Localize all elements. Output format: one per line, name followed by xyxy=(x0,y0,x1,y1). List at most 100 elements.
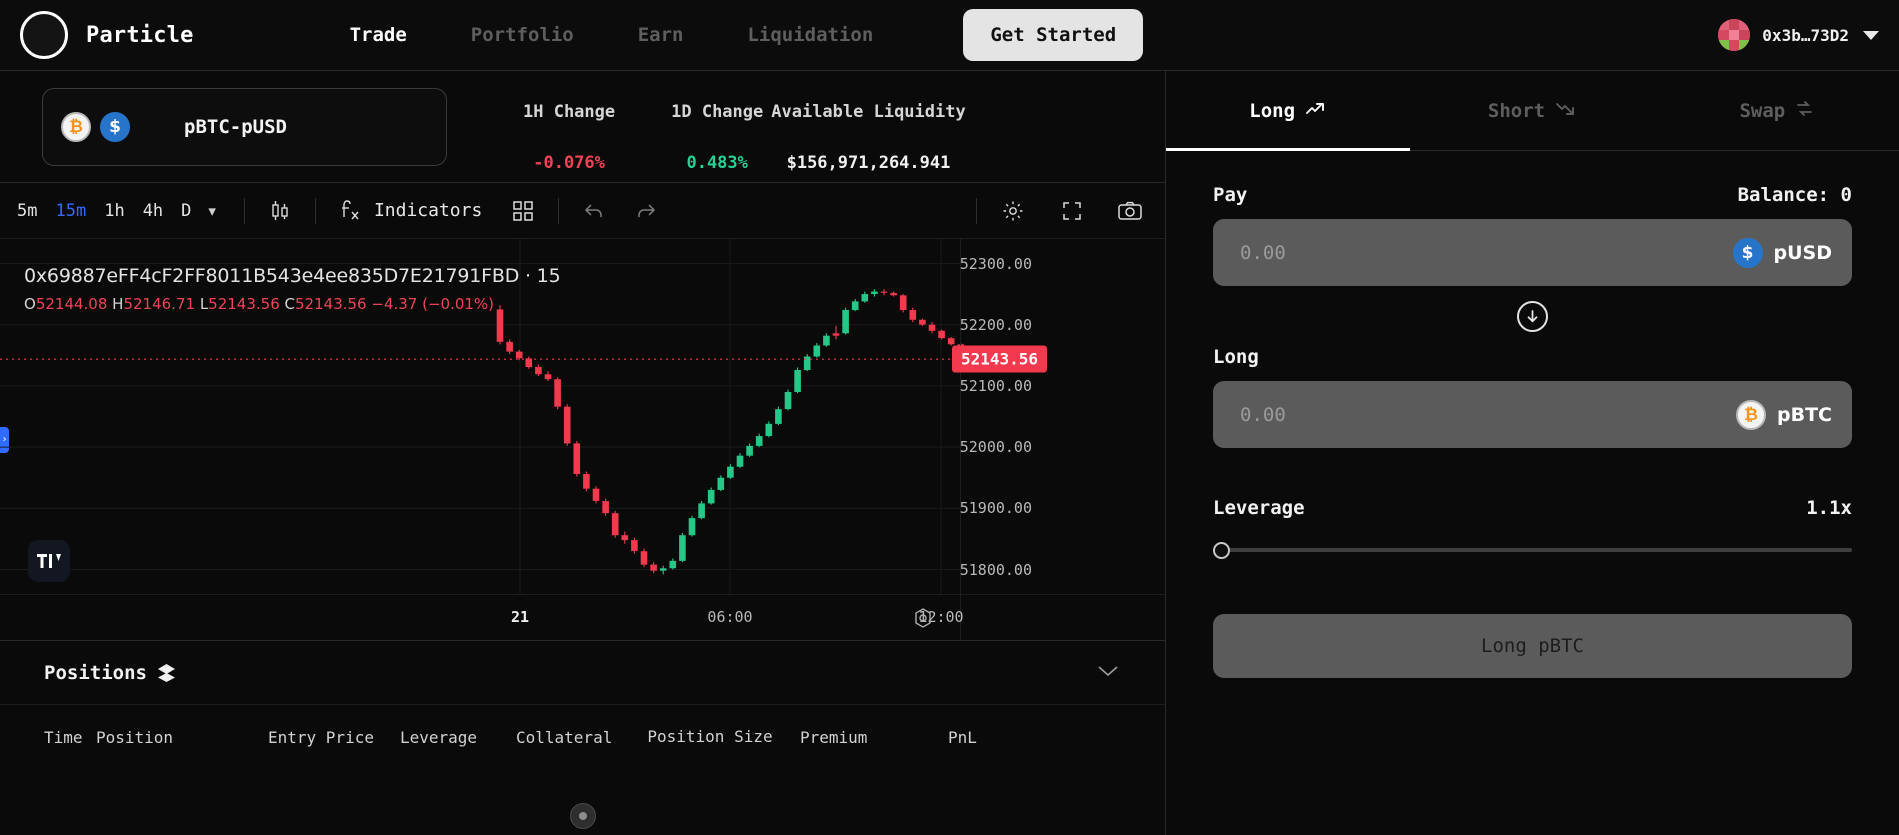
stat-1h-change: 1H Change -0.076% xyxy=(523,102,615,173)
trade-tabs: Long Short Swap xyxy=(1166,71,1899,151)
undo-icon[interactable] xyxy=(575,201,613,221)
positions-title: Positions xyxy=(44,662,147,684)
column-position-size: Position Size xyxy=(620,727,800,747)
timeframe-5m[interactable]: 5m xyxy=(8,201,46,221)
tab-swap-label: Swap xyxy=(1739,100,1785,122)
chevron-down-icon xyxy=(1863,31,1879,40)
wallet-address: 0x3b…73D2 xyxy=(1762,26,1849,45)
wallet-avatar xyxy=(1718,19,1750,51)
nav-item-liquidation[interactable]: Liquidation xyxy=(715,24,905,46)
price-tick: 52100.00 xyxy=(960,377,1032,395)
receive-label: Long xyxy=(1213,346,1259,368)
nav-item-portfolio[interactable]: Portfolio xyxy=(439,24,606,46)
top-header: Particle Trade Portfolio Earn Liquidatio… xyxy=(0,0,1899,71)
pusd-icon: $ xyxy=(1733,238,1763,268)
leverage-label: Leverage xyxy=(1213,497,1305,519)
pay-amount-input[interactable] xyxy=(1240,242,1724,264)
price-axis[interactable]: 52300.0052200.0052100.0052000.0051900.00… xyxy=(960,239,1165,640)
wallet-menu[interactable]: 0x3b…73D2 xyxy=(1718,19,1879,51)
nav-item-trade[interactable]: Trade xyxy=(318,24,439,46)
pair-bar: ₿ $ pBTC-pUSD 1H Change -0.076% 1D Chang… xyxy=(0,71,1165,183)
arrow-down-circle-icon[interactable] xyxy=(1517,301,1548,332)
leverage-slider-thumb[interactable] xyxy=(1213,542,1230,559)
tab-short[interactable]: Short xyxy=(1410,71,1654,150)
divider xyxy=(244,198,245,224)
pay-token-name: pUSD xyxy=(1774,242,1832,264)
column-premium: Premium xyxy=(800,728,948,747)
pair-label: pBTC-pUSD xyxy=(184,116,287,138)
pay-label: Pay xyxy=(1213,184,1247,206)
layers-icon xyxy=(157,663,176,683)
chart-toolbar: 5m 15m 1h 4h D ▾ xyxy=(0,183,1165,239)
candlestick-icon[interactable] xyxy=(261,199,299,223)
column-position: Position xyxy=(96,728,268,747)
trade-panel: Long Short Swap xyxy=(1166,71,1899,835)
positions-column-headers: Time Position Entry Price Leverage Colla… xyxy=(0,705,1165,747)
body: ₿ $ pBTC-pUSD 1H Change -0.076% 1D Chang… xyxy=(0,71,1899,835)
price-tick: 51900.00 xyxy=(960,499,1032,517)
stat-value: 0.483% xyxy=(686,153,747,173)
swap-icon xyxy=(1795,99,1814,123)
nav-item-earn[interactable]: Earn xyxy=(606,24,716,46)
positions-header[interactable]: Positions xyxy=(0,641,1165,705)
brand[interactable]: Particle xyxy=(0,11,194,59)
leverage-slider-track xyxy=(1213,548,1852,552)
time-tick: 06:00 xyxy=(707,608,752,626)
column-time: Time xyxy=(44,728,96,747)
receive-amount-input[interactable] xyxy=(1240,404,1736,426)
divider xyxy=(976,198,977,224)
gear-icon[interactable] xyxy=(993,199,1033,223)
tab-swap[interactable]: Swap xyxy=(1655,71,1899,150)
grid-layout-icon[interactable] xyxy=(504,200,542,222)
timeframe-d[interactable]: D xyxy=(172,201,200,221)
reset-chart-icon[interactable] xyxy=(911,606,935,630)
timeframe-4h[interactable]: 4h xyxy=(134,201,172,221)
time-axis[interactable]: 2106:0012:00 xyxy=(0,594,1165,640)
column-pnl: PnL xyxy=(948,728,977,747)
trend-up-icon xyxy=(1305,100,1327,122)
chevron-down-icon[interactable] xyxy=(1095,663,1121,683)
fullscreen-icon[interactable] xyxy=(1053,200,1091,222)
receive-token-name: pBTC xyxy=(1777,404,1832,426)
leverage-slider[interactable] xyxy=(1213,540,1852,560)
time-tick: 21 xyxy=(511,608,529,626)
pay-token-selector[interactable]: $ pUSD xyxy=(1724,238,1832,268)
long-pbtc-button[interactable]: Long pBTC xyxy=(1213,614,1852,678)
stat-label: 1H Change xyxy=(523,102,615,122)
indicators-button[interactable]: Indicators xyxy=(374,200,482,221)
receive-input-box[interactable]: ₿ pBTC xyxy=(1213,381,1852,448)
tab-short-label: Short xyxy=(1488,100,1545,122)
positions-panel: Positions Time Position En xyxy=(0,640,1165,835)
stat-1d-change: 1D Change 0.483% xyxy=(671,102,763,173)
receive-token-selector[interactable]: ₿ pBTC xyxy=(1736,400,1832,430)
tradingview-logo-icon[interactable] xyxy=(28,540,70,582)
chart-column: ₿ $ pBTC-pUSD 1H Change -0.076% 1D Chang… xyxy=(0,71,1166,835)
price-chart[interactable]: › 0x69887eFF4cF2FF8011B543e4ee835D7E2179… xyxy=(0,239,1165,640)
panel-resize-handle[interactable] xyxy=(570,803,596,829)
tab-long[interactable]: Long xyxy=(1166,71,1410,150)
divider xyxy=(315,198,316,224)
price-tick: 52200.00 xyxy=(960,316,1032,334)
pusd-icon: $ xyxy=(100,112,130,142)
tab-long-label: Long xyxy=(1249,100,1295,122)
price-tick: 51800.00 xyxy=(960,561,1032,579)
camera-icon[interactable] xyxy=(1109,200,1151,222)
chevron-down-icon[interactable]: ▾ xyxy=(200,202,228,220)
redo-icon[interactable] xyxy=(627,201,665,221)
pay-input-box[interactable]: $ pUSD xyxy=(1213,219,1852,286)
stat-value: $156,971,264.941 xyxy=(787,153,951,173)
main-nav: Trade Portfolio Earn Liquidation xyxy=(318,24,906,46)
fx-icon[interactable] xyxy=(332,199,368,223)
swap-direction-row xyxy=(1213,301,1852,332)
current-price-badge: 52143.56 xyxy=(952,346,1047,373)
get-started-button[interactable]: Get Started xyxy=(963,9,1143,61)
brand-name: Particle xyxy=(86,23,194,48)
column-leverage: Leverage xyxy=(400,728,516,747)
timeframe-1h[interactable]: 1h xyxy=(95,201,133,221)
stat-available-liquidity: Available Liquidity $156,971,264.941 xyxy=(771,102,965,173)
timeframe-15m[interactable]: 15m xyxy=(46,201,95,221)
pair-selector[interactable]: ₿ $ pBTC-pUSD xyxy=(42,88,447,166)
column-entry-price: Entry Price xyxy=(268,728,400,747)
bitcoin-icon: ₿ xyxy=(1736,400,1766,430)
pair-icons: ₿ $ xyxy=(61,112,130,142)
